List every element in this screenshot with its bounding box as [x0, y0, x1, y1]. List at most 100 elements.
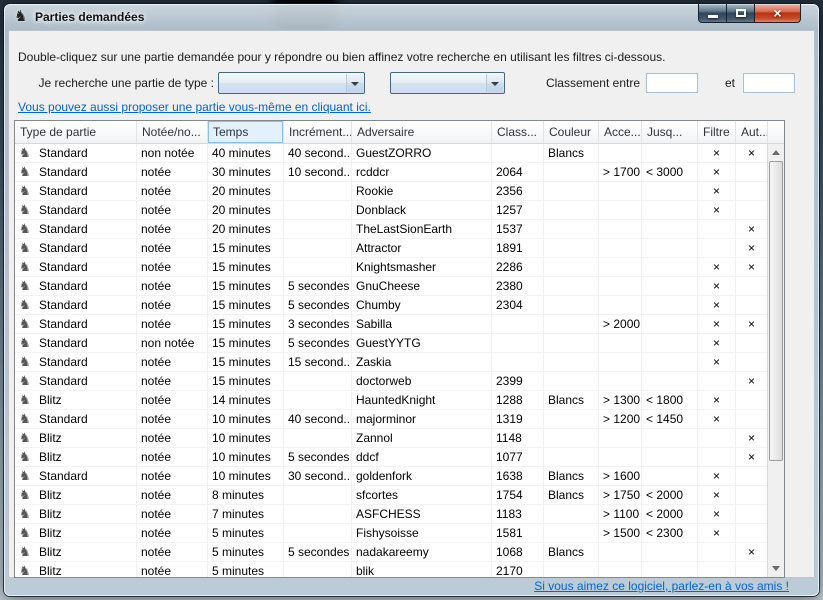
table-row[interactable]: ♞Blitznotée10 minutes5 secondesddcf1077× — [15, 448, 767, 467]
minimize-button[interactable] — [698, 4, 727, 23]
cell: blik — [352, 562, 492, 577]
cell: TheLastSionEarth — [352, 220, 492, 238]
chess-piece-icon: ♞ — [19, 562, 34, 577]
table-row[interactable]: ♞Standardnotée20 minutesRookie2356× — [15, 182, 767, 201]
scrollbar-thumb[interactable] — [769, 161, 783, 461]
table-row[interactable]: ♞Blitznotée5 minutes5 secondesnadakareem… — [15, 543, 767, 562]
table-row[interactable]: ♞Blitznotée10 minutesZannol1148× — [15, 429, 767, 448]
column-header[interactable]: Acce... — [599, 121, 642, 143]
game-type-text: Standard — [39, 146, 88, 160]
cell — [544, 220, 599, 238]
game-subtype-select[interactable] — [390, 72, 505, 94]
chess-piece-icon: ♞ — [19, 258, 34, 276]
column-header[interactable]: Aut... — [736, 121, 768, 143]
game-type-text: Standard — [39, 469, 88, 483]
table-row[interactable]: ♞Standardnotée10 minutes30 second...gold… — [15, 467, 767, 486]
column-header[interactable]: Couleur — [544, 121, 599, 143]
cell — [698, 220, 736, 238]
cell — [736, 334, 767, 352]
table-row[interactable]: ♞Standardnotée15 minutes5 secondesGnuChe… — [15, 277, 767, 296]
column-header[interactable]: Incrément... — [284, 121, 352, 143]
cell — [698, 543, 736, 561]
table-row[interactable]: ♞Blitznotée14 minutesHauntedKnight1288Bl… — [15, 391, 767, 410]
table-row[interactable]: ♞Standardnotée15 minutesAttractor1891× — [15, 239, 767, 258]
table-scrollbar[interactable] — [767, 144, 784, 577]
cell: ♞Standard — [15, 201, 137, 219]
dialog-client-area: Double-cliquez sur une partie demandée p… — [8, 30, 815, 578]
cell: ♞Standard — [15, 182, 137, 200]
cell: > 2000 — [599, 315, 642, 333]
cell: 15 minutes — [208, 334, 284, 352]
cell — [544, 353, 599, 371]
cell: × — [698, 524, 736, 542]
cell: 1068 — [492, 543, 544, 561]
table-row[interactable]: ♞Standardnotée15 minutesKnightsmasher228… — [15, 258, 767, 277]
table-row[interactable]: ♞Standardnotée15 minutesdoctorweb2399× — [15, 372, 767, 391]
cell — [642, 220, 698, 238]
close-button[interactable]: × — [755, 4, 801, 23]
cell: 15 minutes — [208, 258, 284, 276]
table-row[interactable]: ♞Standardnon notée40 minutes40 second...… — [15, 144, 767, 163]
table-row[interactable]: ♞Standardnotée20 minutesTheLastSionEarth… — [15, 220, 767, 239]
column-header[interactable]: Filtre — [698, 121, 736, 143]
game-type-select[interactable] — [218, 72, 365, 94]
cell: 1257 — [492, 201, 544, 219]
cell: non notée — [137, 334, 208, 352]
table-row[interactable]: ♞Standardnotée15 minutes3 secondesSabill… — [15, 315, 767, 334]
game-type-text: Standard — [39, 184, 88, 198]
cell: 7 minutes — [208, 505, 284, 523]
cell: × — [698, 391, 736, 409]
table-row[interactable]: ♞Blitznotée5 minutesblik2170 — [15, 562, 767, 577]
game-type-text: Standard — [39, 222, 88, 236]
column-header[interactable]: Type de partie — [15, 121, 137, 143]
cell: 5 minutes — [208, 524, 284, 542]
cell: Sabilla — [352, 315, 492, 333]
cell: ♞Blitz — [15, 448, 137, 466]
table-row[interactable]: ♞Standardnotée30 minutes10 second...rcdd… — [15, 163, 767, 182]
game-type-text: Standard — [39, 317, 88, 331]
cell — [544, 334, 599, 352]
cell — [642, 296, 698, 314]
cell: doctorweb — [352, 372, 492, 390]
propose-game-link[interactable]: Vous pouvez aussi proposer une partie vo… — [18, 100, 371, 114]
table-row[interactable]: ♞Standardnon notée15 minutes5 secondesGu… — [15, 334, 767, 353]
table-row[interactable]: ♞Standardnotée15 minutes15 second...Zask… — [15, 353, 767, 372]
column-header[interactable]: Adversaire — [352, 121, 492, 143]
scroll-down-button[interactable] — [768, 560, 784, 577]
cell — [544, 277, 599, 295]
chess-piece-icon: ♞ — [19, 410, 34, 428]
rating-between-label: Classement entre — [518, 76, 640, 90]
column-header[interactable]: Temps — [208, 121, 284, 143]
cell — [544, 448, 599, 466]
game-type-text: Standard — [39, 203, 88, 217]
share-link[interactable]: Si vous aimez ce logiciel, parlez-en à v… — [534, 579, 789, 593]
chevron-down-icon[interactable] — [486, 74, 503, 92]
title-bar[interactable]: ♞ Parties demandées × — [4, 4, 819, 30]
chess-piece-icon: ♞ — [19, 353, 34, 371]
chevron-down-icon[interactable] — [346, 74, 363, 92]
cell — [492, 353, 544, 371]
rating-min-input[interactable] — [646, 73, 698, 93]
table-row[interactable]: ♞Standardnotée10 minutes40 second...majo… — [15, 410, 767, 429]
maximize-button[interactable] — [727, 4, 755, 23]
table-row[interactable]: ♞Blitznotée5 minutesFishysoisse1581> 150… — [15, 524, 767, 543]
rating-max-input[interactable] — [743, 73, 795, 93]
chess-piece-icon: ♞ — [19, 334, 34, 352]
cell: < 1800 — [642, 391, 698, 409]
cell — [284, 524, 352, 542]
table-row[interactable]: ♞Blitznotée8 minutessfcortes1754Blancs> … — [15, 486, 767, 505]
column-header[interactable]: Jusq... — [642, 121, 698, 143]
cell — [599, 429, 642, 447]
cell — [599, 239, 642, 257]
cell: ♞Standard — [15, 144, 137, 162]
column-header[interactable]: Class... — [492, 121, 544, 143]
table-row[interactable]: ♞Standardnotée15 minutes5 secondesChumby… — [15, 296, 767, 315]
column-header[interactable]: Notée/no... — [137, 121, 208, 143]
cell: Blancs — [544, 467, 599, 485]
cell: notée — [137, 372, 208, 390]
cell — [284, 220, 352, 238]
table-row[interactable]: ♞Standardnotée20 minutesDonblack1257× — [15, 201, 767, 220]
table-row[interactable]: ♞Blitznotée7 minutesASFCHESS1183> 1100< … — [15, 505, 767, 524]
scroll-up-button[interactable] — [768, 144, 784, 161]
cell — [698, 448, 736, 466]
